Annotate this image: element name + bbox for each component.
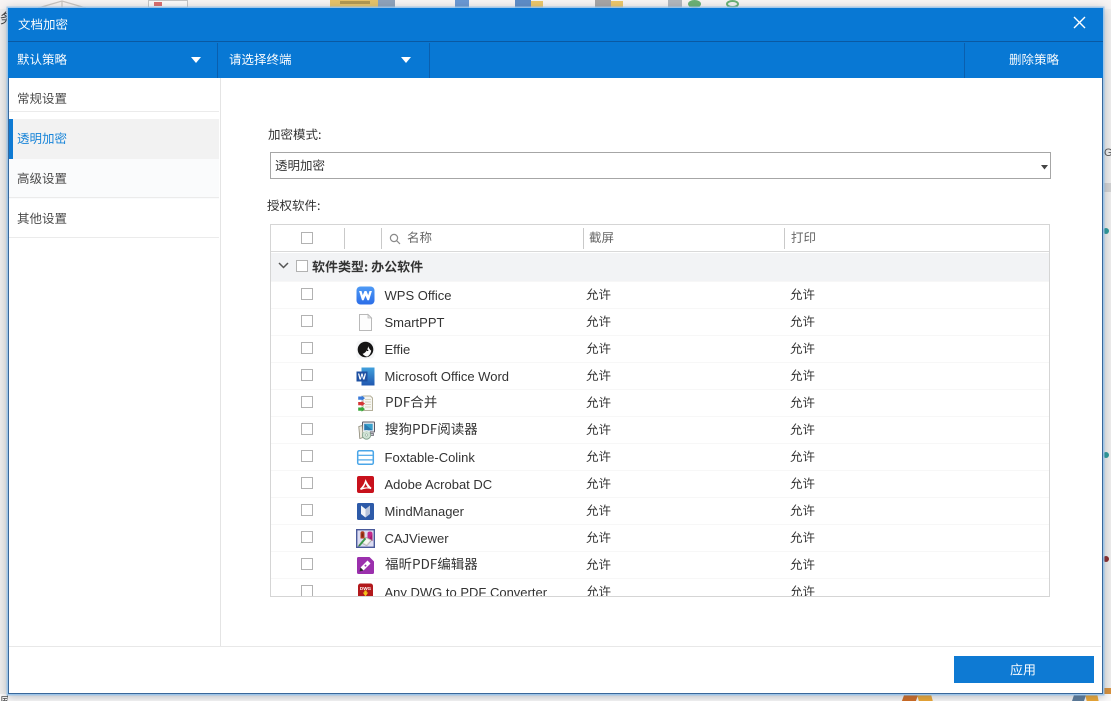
svg-text:DWG: DWG bbox=[359, 585, 371, 590]
